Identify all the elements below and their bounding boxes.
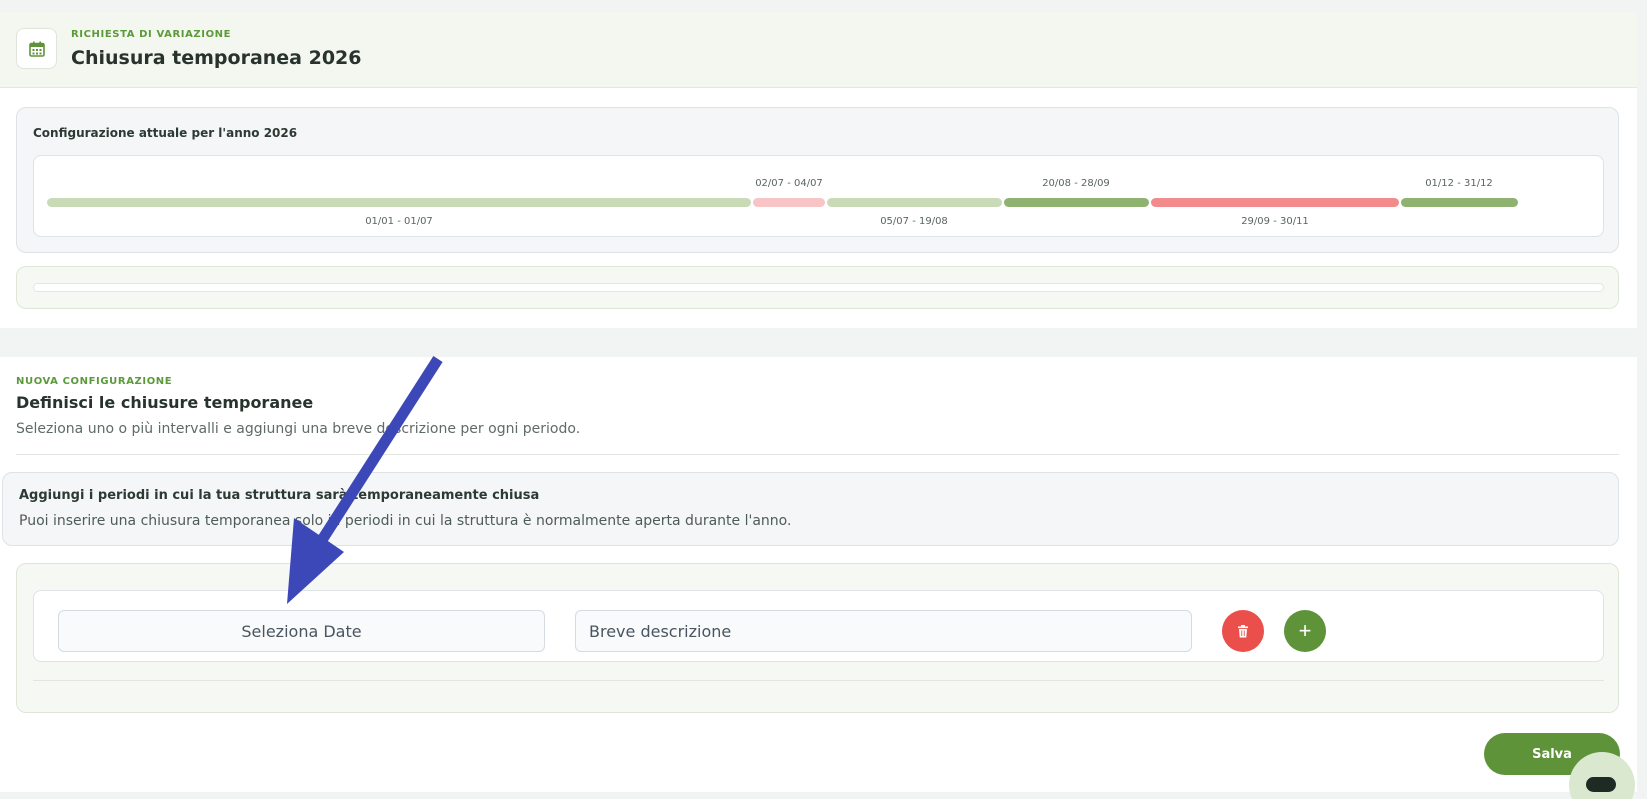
timeline-segment-open-highlight [1401, 198, 1518, 207]
new-config-description: Seleziona uno o più intervalli e aggiung… [16, 421, 581, 437]
new-config-title: Definisci le chiusure temporanee [16, 393, 314, 412]
date-range-input[interactable] [58, 610, 545, 652]
new-config-eyebrow: NUOVA CONFIGURAZIONE [16, 376, 173, 387]
timeline-segment-open [827, 198, 1002, 207]
description-input[interactable] [575, 610, 1192, 652]
segment-label: 02/07 - 04/07 [755, 178, 823, 189]
current-config-panel: Configurazione attuale per l'anno 2026 0… [16, 107, 1619, 253]
segment-label: 20/08 - 28/09 [1042, 178, 1110, 189]
segment-label: 01/12 - 31/12 [1425, 178, 1493, 189]
divider [16, 454, 1619, 455]
timeline-segment-open-highlight [1004, 198, 1149, 207]
timeline-segment-open [47, 198, 751, 207]
info-title: Aggiungi i periodi in cui la tua struttu… [19, 488, 540, 503]
form-divider [33, 680, 1604, 681]
page-title: Chiusura temporanea 2026 [71, 47, 362, 69]
request-eyebrow: RICHIESTA DI VARIAZIONE [71, 29, 232, 40]
year-timeline: 01/01 - 01/07 02/07 - 04/07 05/07 - 19/0… [33, 155, 1604, 237]
calendar-icon [16, 28, 57, 69]
plus-icon: + [1298, 618, 1312, 643]
closure-row: + [33, 590, 1604, 662]
calendar-icon-glyph [28, 41, 45, 57]
info-description: Puoi inserire una chiusura temporanea so… [19, 513, 792, 529]
segment-label: 29/09 - 30/11 [1241, 216, 1309, 227]
delete-row-button[interactable] [1222, 610, 1264, 652]
segment-label: 05/07 - 19/08 [880, 216, 948, 227]
request-card: RICHIESTA DI VARIAZIONE Chiusura tempora… [0, 12, 1637, 328]
info-notice: Aggiungi i periodi in cui la tua struttu… [2, 472, 1619, 546]
new-config-card: NUOVA CONFIGURAZIONE Definisci le chiusu… [0, 357, 1637, 792]
segment-label: 01/01 - 01/07 [365, 216, 433, 227]
trash-icon [1238, 624, 1248, 637]
chat-bubble-icon [1586, 777, 1616, 792]
empty-timeline [33, 283, 1604, 292]
pending-changes-panel [16, 266, 1619, 309]
current-config-title: Configurazione attuale per l'anno 2026 [33, 126, 298, 140]
request-header: RICHIESTA DI VARIAZIONE Chiusura tempora… [0, 12, 1637, 88]
timeline-segment-temporary-closure [753, 198, 825, 207]
closure-form: + [16, 563, 1619, 713]
add-row-button[interactable]: + [1284, 610, 1326, 652]
timeline-segment-closed [1151, 198, 1399, 207]
